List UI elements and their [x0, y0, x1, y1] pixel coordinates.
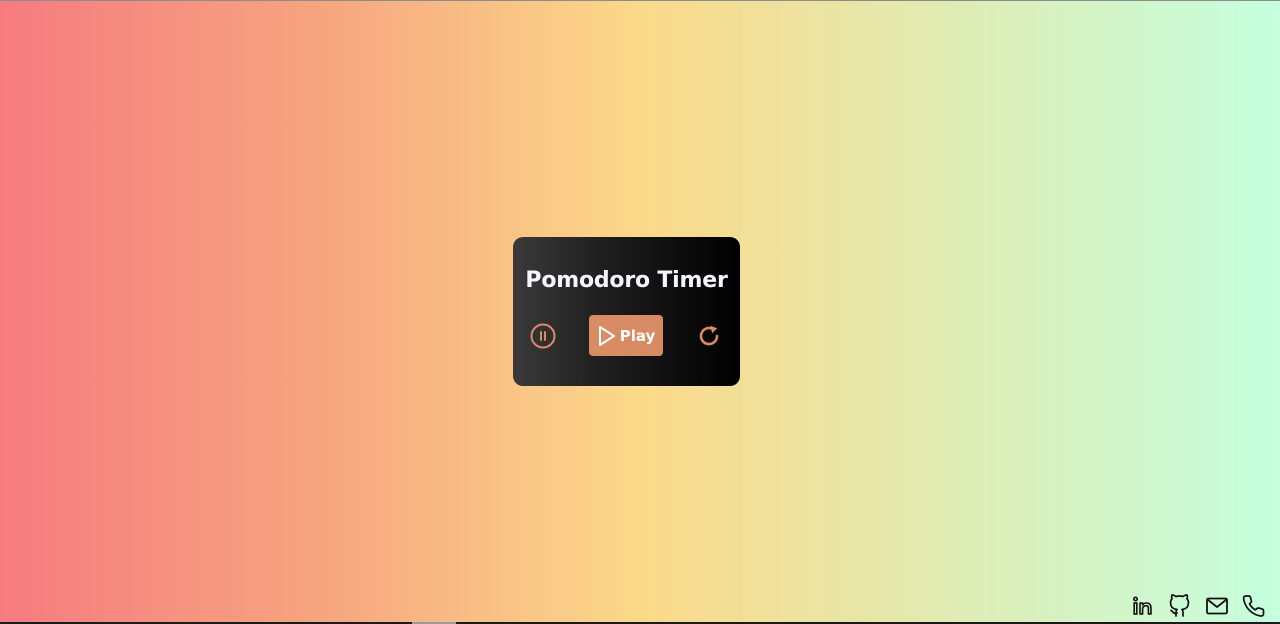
pause-button[interactable]: [530, 323, 556, 349]
mail-icon[interactable]: [1205, 594, 1229, 618]
github-icon[interactable]: [1168, 594, 1192, 618]
play-button-label: Play: [619, 326, 656, 345]
pause-circle-icon: [530, 323, 556, 349]
linkedin-icon[interactable]: [1131, 594, 1155, 618]
social-links: [1131, 594, 1266, 618]
reset-button[interactable]: [697, 324, 721, 348]
timer-controls: Play: [513, 315, 740, 356]
play-triangle-icon: [598, 325, 615, 346]
window-top-border: [0, 0, 1280, 1]
page-title: Pomodoro Timer: [525, 268, 728, 293]
rotate-cw-icon: [699, 325, 719, 346]
phone-icon[interactable]: [1242, 594, 1266, 618]
timer-card: Pomodoro Timer Play: [513, 237, 740, 386]
play-button[interactable]: Play: [589, 315, 663, 356]
